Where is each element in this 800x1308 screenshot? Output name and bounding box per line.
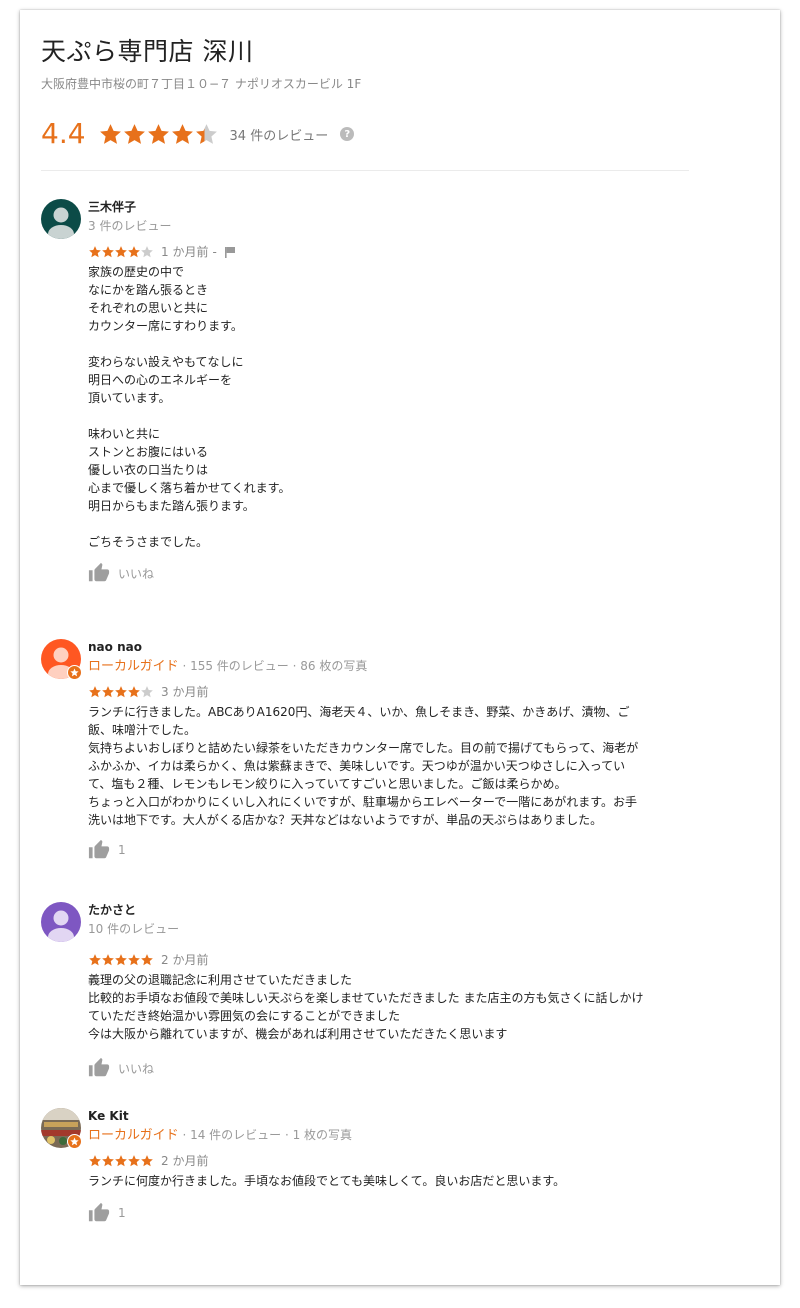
author-meta: ローカルガイド · 155 件のレビュー · 86 枚の写真 <box>88 658 367 675</box>
star-filled-icon <box>128 954 140 966</box>
star-filled-icon <box>99 123 121 144</box>
review-stars <box>88 685 153 699</box>
place-address: 大阪府豊中市桜の町７丁目１０−７ ナポリオスカービル 1F <box>41 77 362 91</box>
person-icon <box>41 902 81 942</box>
star-filled-icon <box>115 954 127 966</box>
star-filled-icon <box>147 123 169 144</box>
star-filled-icon <box>115 246 127 258</box>
star-filled-icon <box>89 1155 101 1167</box>
thumbs-up-icon <box>88 839 110 859</box>
star-filled-icon <box>115 686 127 698</box>
author-meta: 3 件のレビュー <box>88 219 172 233</box>
review-stars <box>88 1154 153 1168</box>
like-count: いいね <box>118 566 155 581</box>
rating-value: 4.4 <box>41 117 86 150</box>
star-filled-icon <box>128 246 140 258</box>
author-meta: ローカルガイド · 14 件のレビュー · 1 枚の写真 <box>88 1127 352 1144</box>
rating-stars <box>98 122 218 147</box>
author-stats: · 14 件のレビュー · 1 枚の写真 <box>178 1128 353 1142</box>
star-filled-icon <box>102 954 114 966</box>
review-text: ランチに何度か行きました。手頃なお値段でとても美味しくて。良いお店だと思います。 <box>88 1174 566 1188</box>
like-count: 1 <box>118 1206 126 1220</box>
like-count: いいね <box>118 1061 155 1076</box>
like-button[interactable]: 1 <box>88 839 691 861</box>
place-title: 天ぷら専門店 深川 <box>41 37 254 66</box>
star-filled-icon <box>102 1155 114 1167</box>
review-text: 義理の父の退職記念に利用させていただきました 比較的お手頃なお値段で美味しい天ぷ… <box>88 973 644 1041</box>
review-text: ランチに行きました。ABCありA1620円、海老天４、いか、魚しそまき、野菜、か… <box>88 705 639 827</box>
avatar[interactable] <box>41 902 81 942</box>
star-filled-icon <box>123 123 145 144</box>
star-filled-icon <box>128 686 140 698</box>
star-filled-icon <box>141 1155 153 1167</box>
review-stars <box>88 953 153 967</box>
star-filled-icon <box>102 686 114 698</box>
local-guide-badge-icon <box>67 1134 82 1149</box>
star-filled-icon <box>102 246 114 258</box>
author-name[interactable]: たかさと <box>88 902 179 918</box>
local-guide-label[interactable]: ローカルガイド <box>88 1128 179 1143</box>
star-empty-icon <box>141 686 153 698</box>
separator: - <box>212 245 217 259</box>
star-empty-icon <box>141 246 153 258</box>
like-button[interactable]: いいね <box>88 1057 691 1079</box>
place-header: 天ぷら専門店 深川 大阪府豊中市桜の町７丁目１０−７ ナポリオスカービル 1F … <box>41 36 689 171</box>
avatar[interactable] <box>41 199 81 239</box>
like-button[interactable]: いいね <box>88 562 691 584</box>
flag-icon[interactable] <box>224 246 236 258</box>
thumbs-up-icon <box>88 1057 110 1077</box>
local-guide-label[interactable]: ローカルガイド <box>88 659 179 674</box>
author-stats: · 155 件のレビュー · 86 枚の写真 <box>178 659 368 673</box>
review-time: 3 か月前 <box>161 685 209 699</box>
review-stars <box>88 245 153 259</box>
star-filled-icon <box>89 246 101 258</box>
review-time: 2 か月前 <box>161 1154 209 1168</box>
author-meta: 10 件のレビュー <box>88 922 180 936</box>
author-name[interactable]: Ke Kit <box>88 1108 352 1124</box>
review-text: 家族の歴史の中で なにかを踏ん張るとき それぞれの思いと共に カウンター席にすわ… <box>88 265 291 549</box>
star-filled-icon <box>89 954 101 966</box>
thumbs-up-icon <box>88 1202 110 1222</box>
star-filled-icon <box>89 686 101 698</box>
person-icon <box>41 199 81 239</box>
author-name[interactable]: nao nao <box>88 639 367 655</box>
like-count: 1 <box>118 843 126 857</box>
star-filled-icon <box>171 123 193 144</box>
rating-summary: 4.4 34 件のレビュー ? <box>41 114 355 154</box>
star-half-icon <box>195 123 217 144</box>
review-count-link[interactable]: 34 件のレビュー <box>230 125 329 144</box>
star-filled-icon <box>128 1155 140 1167</box>
review-time: 1 か月前 <box>161 245 209 259</box>
author-name[interactable]: 三木伴子 <box>88 199 171 215</box>
thumbs-up-icon <box>88 562 110 582</box>
review-time: 2 か月前 <box>161 953 209 967</box>
local-guide-badge-icon <box>67 665 82 680</box>
like-button[interactable]: 1 <box>88 1202 691 1224</box>
help-icon[interactable]: ? <box>340 127 355 141</box>
star-filled-icon <box>141 954 153 966</box>
star-filled-icon <box>115 1155 127 1167</box>
